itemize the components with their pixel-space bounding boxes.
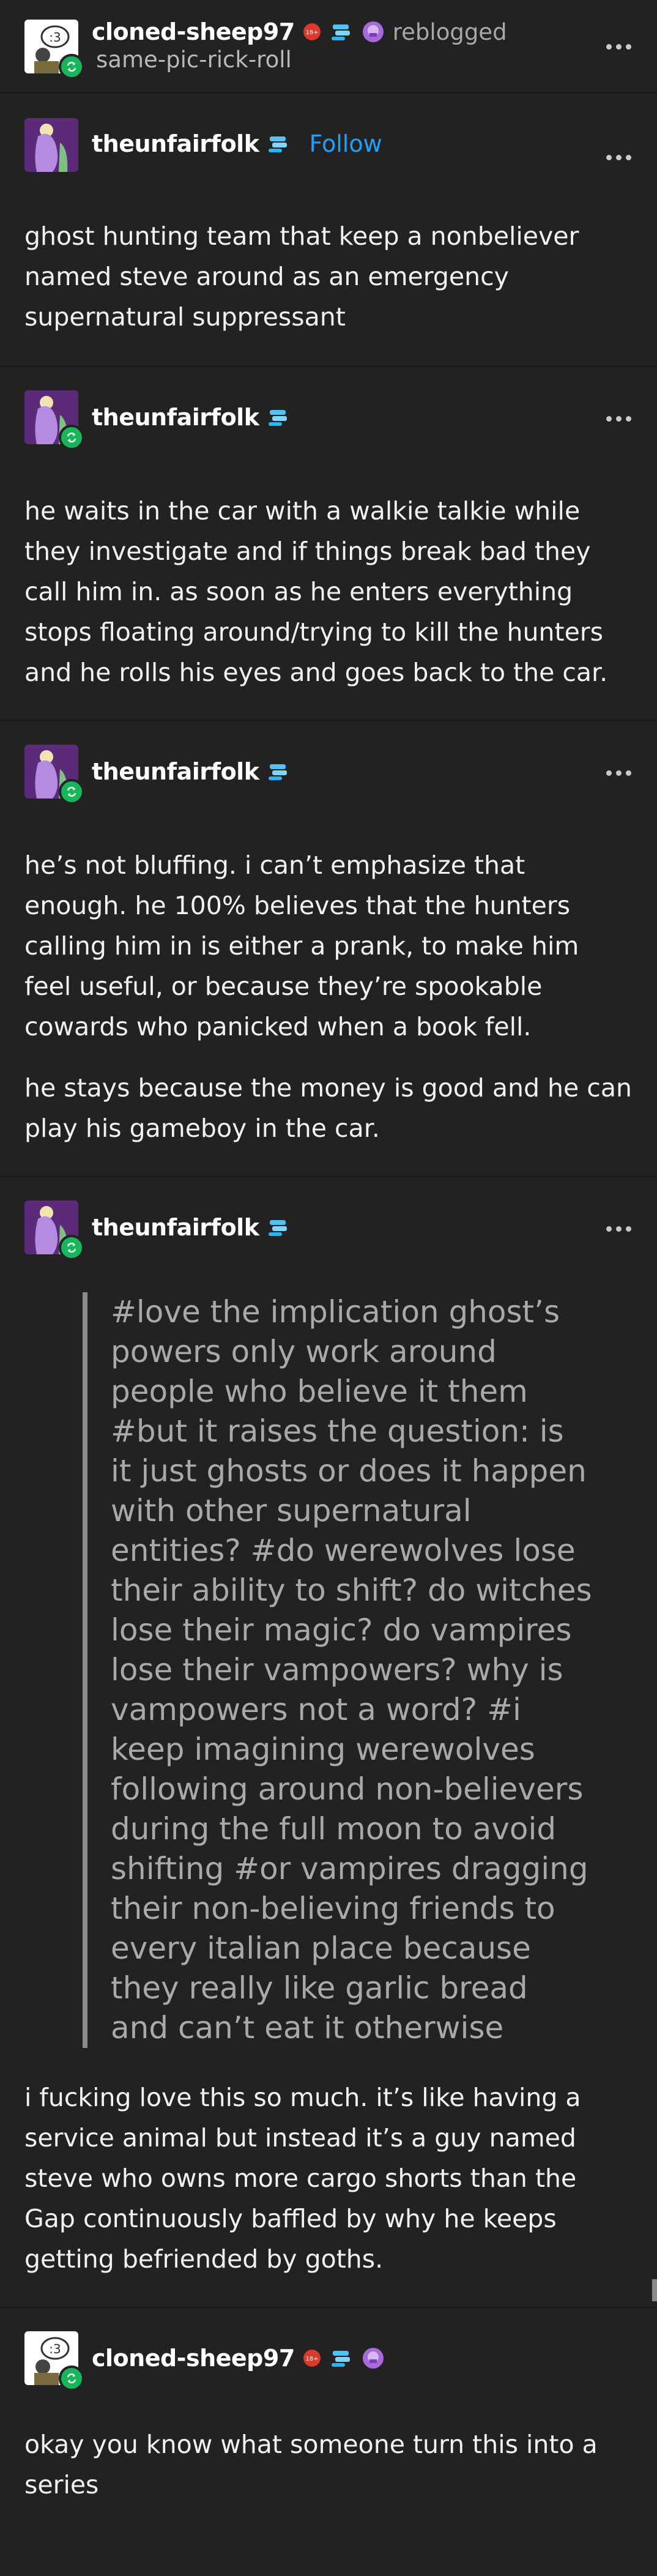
reblog-source-username[interactable]: same-pic-rick-roll <box>96 47 292 73</box>
cloned-sheep-avatar[interactable]: :3 <box>24 20 84 80</box>
blue-scroll-badge-icon <box>331 2351 350 2367</box>
adult-badge-icon: 18+ <box>303 2350 321 2367</box>
reblog-icon <box>59 1235 84 1260</box>
blue-scroll-badge-icon <box>269 136 288 152</box>
reblogged-label: reblogged <box>392 18 507 45</box>
blue-scroll-badge-icon <box>269 410 288 426</box>
more-options-icon[interactable] <box>606 155 631 160</box>
reblog-icon <box>59 54 84 80</box>
post-text: ghost hunting team that keep a nonbeliev… <box>24 221 579 332</box>
more-options-icon[interactable] <box>606 416 631 422</box>
theunfairfolk-avatar-image <box>24 118 78 172</box>
svg-text::3: :3 <box>49 2342 61 2356</box>
tags-quote: #love the implication ghost’s powers onl… <box>83 1292 594 2048</box>
reblog-entry: theunfairfolk #love the implication ghos… <box>0 1177 657 2306</box>
svg-text:18+: 18+ <box>305 29 318 36</box>
theunfairfolk-avatar[interactable] <box>24 745 84 805</box>
original-post: theunfairfolk Follow ghost hunting team … <box>0 94 657 365</box>
purple-badge-icon <box>362 21 384 42</box>
reblog-icon <box>59 425 84 450</box>
theunfairfolk-avatar[interactable] <box>24 118 78 172</box>
follow-button[interactable]: Follow <box>309 130 382 157</box>
adult-badge-icon: 18+ <box>303 23 321 40</box>
reblog-icon <box>59 2366 84 2391</box>
more-options-icon[interactable] <box>606 44 631 50</box>
reply-username[interactable]: theunfairfolk <box>92 404 259 431</box>
more-options-icon[interactable] <box>606 770 631 776</box>
svg-text::3: :3 <box>49 30 61 45</box>
reblog-entry: :3 cloned-sheep97 18+ okay you know what… <box>0 2308 657 2505</box>
blue-scroll-badge-icon <box>269 764 288 780</box>
purple-badge-icon <box>362 2348 384 2369</box>
reply-text: okay you know what someone turn this int… <box>24 2430 598 2500</box>
reply-text: he waits in the car with a walkie talkie… <box>24 496 608 687</box>
reply-username[interactable]: cloned-sheep97 <box>92 2345 295 2372</box>
theunfairfolk-avatar[interactable] <box>24 1201 84 1260</box>
svg-text:18+: 18+ <box>305 2356 318 2362</box>
reblog-icon <box>59 779 84 805</box>
reply-text: he stays because the money is good and h… <box>24 1073 632 1143</box>
reply-username[interactable]: theunfairfolk <box>92 1214 259 1241</box>
reply-text: he’s not bluffing. i can’t emphasize tha… <box>24 851 579 1041</box>
reblogger-username[interactable]: cloned-sheep97 <box>92 18 295 45</box>
cloned-sheep-avatar[interactable]: :3 <box>24 2331 84 2391</box>
op-username[interactable]: theunfairfolk <box>92 130 259 157</box>
reply-text: i fucking love this so much. it’s like h… <box>24 2083 581 2274</box>
reply-username[interactable]: theunfairfolk <box>92 758 259 785</box>
scrollbar-thumb[interactable] <box>652 2279 657 2301</box>
blue-scroll-badge-icon <box>269 1220 288 1236</box>
reblog-header: :3 cloned-sheep97 18+ reblogged same-pic… <box>0 0 657 92</box>
theunfairfolk-avatar[interactable] <box>24 390 84 450</box>
more-options-icon[interactable] <box>606 1226 631 1232</box>
reblog-entry: theunfairfolk he’s not bluffing. i can’t… <box>0 721 657 1175</box>
blue-scroll-badge-icon <box>331 24 350 40</box>
reblog-entry: theunfairfolk he waits in the car with a… <box>0 367 657 720</box>
